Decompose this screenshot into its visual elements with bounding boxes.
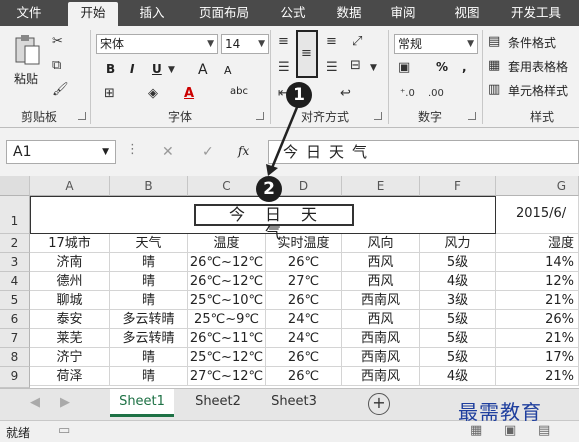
sheet-tab-sheet3[interactable]: Sheet3	[262, 389, 326, 417]
sheet-tab-sheet1[interactable]: Sheet1	[110, 389, 174, 417]
status-ready: 就绪	[6, 426, 31, 440]
callout-badge: 2	[256, 176, 282, 202]
scroll-left-icon[interactable]: ◀	[30, 395, 40, 411]
callout-badge: 1	[286, 82, 312, 108]
scroll-right-icon[interactable]: ▶	[60, 395, 70, 411]
watermark-logo: 最需教育	[458, 400, 542, 424]
normal-view-icon[interactable]: ▦	[470, 423, 482, 439]
callout-arrow	[270, 99, 302, 169]
add-sheet-icon[interactable]: +	[368, 393, 390, 415]
annotation-overlay	[266, 99, 302, 176]
page-layout-view-icon[interactable]: ▣	[504, 423, 516, 439]
macro-record-icon[interactable]: ▭	[58, 423, 70, 439]
sheet-tab-sheet2[interactable]: Sheet2	[186, 389, 250, 417]
page-break-view-icon[interactable]: ▤	[538, 423, 550, 439]
